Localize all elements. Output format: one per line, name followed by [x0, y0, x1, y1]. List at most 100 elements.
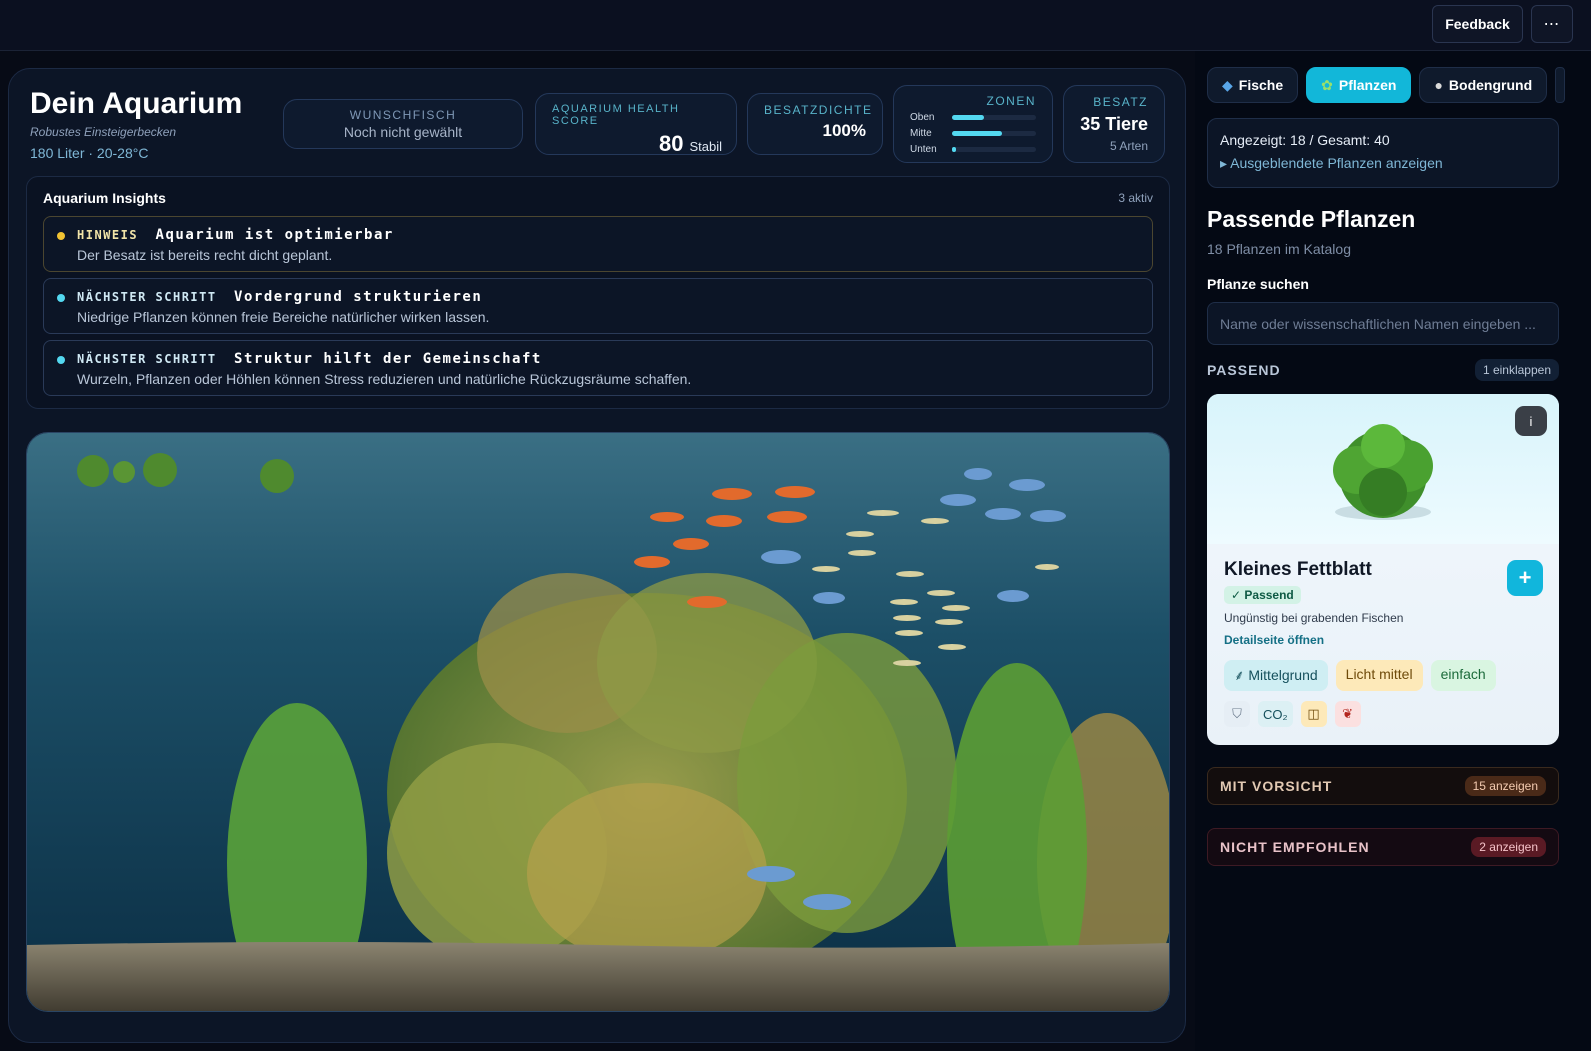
density-card: Besatzdichte 100%: [747, 93, 883, 155]
caution-count-button[interactable]: 15 anzeigen: [1464, 776, 1546, 796]
insights-panel: Aquarium Insights 3 aktiv HINWEIS Aquari…: [26, 176, 1170, 409]
not-recommended-title: NICHT EMPFOHLEN: [1220, 839, 1370, 855]
moss-ball-icon: [260, 459, 294, 493]
page-title: Dein Aquarium: [30, 87, 243, 120]
plant-icon: ✿: [1321, 76, 1333, 93]
zone-label: Mitte: [910, 127, 932, 139]
difficulty-chip: einfach: [1430, 660, 1496, 691]
book-icon: ◫: [1300, 701, 1327, 727]
feedback-button[interactable]: Feedback: [1432, 5, 1523, 43]
plant-card[interactable]: i Kleines Fettblatt ✓ Passend + Ungünsti…: [1207, 394, 1559, 745]
collapse-button[interactable]: 1 einklappen: [1474, 359, 1559, 381]
tab-label: Fische: [1238, 77, 1284, 93]
shrimp-icon: ❦: [1334, 701, 1361, 727]
zones-card: Zonen Oben Mitte Unten: [893, 85, 1053, 163]
zone-fill-top: [952, 114, 984, 120]
health-score-label: Aquarium Health Score: [552, 103, 680, 127]
search-label: Pflanze suchen: [1207, 276, 1309, 292]
insight-tag: NÄCHSTER SCHRITT Struktur hilft der Geme…: [77, 351, 542, 367]
add-plant-button[interactable]: +: [1507, 560, 1543, 596]
insights-title: Aquarium Insights: [43, 190, 166, 206]
suitability-badge: ✓ Passend: [1224, 586, 1301, 604]
wish-fish-card[interactable]: Wunschfisch Noch nicht gewählt: [283, 99, 523, 149]
rock-icon: ●: [1434, 77, 1443, 93]
plant-image-icon: [1333, 424, 1433, 520]
zones-label: Zonen: [986, 94, 1036, 108]
insight-text: Der Besatz ist bereits recht dicht gepla…: [77, 247, 333, 263]
aquarium-scene: [27, 433, 1169, 1011]
sidebar-subtitle: 18 Pflanzen im Katalog: [1207, 241, 1351, 257]
not-recommended-section[interactable]: NICHT EMPFOHLEN 2 anzeigen: [1207, 828, 1559, 866]
aquarium-subtitle: Robustes Einsteigerbecken: [30, 125, 177, 139]
zone-row-middle: Mitte: [910, 126, 1036, 140]
insight-tag: HINWEIS Aquarium ist optimierbar: [77, 227, 394, 243]
insights-count: 3 aktiv: [1118, 191, 1153, 205]
zone-track: [952, 146, 1036, 152]
moss-ball-icon: [77, 455, 109, 487]
insight-item[interactable]: NÄCHSTER SCHRITT Vordergrund strukturier…: [43, 278, 1153, 334]
plant-detail-link[interactable]: Detailseite öffnen: [1224, 633, 1324, 647]
density-value: 100%: [822, 121, 866, 140]
insight-tag: NÄCHSTER SCHRITT Vordergrund strukturier…: [77, 289, 482, 305]
insight-item[interactable]: NÄCHSTER SCHRITT Struktur hilft der Geme…: [43, 340, 1153, 396]
insight-dot: [57, 356, 65, 364]
insight-text: Wurzeln, Pflanzen oder Höhlen können Str…: [77, 371, 692, 387]
zone-fill-middle: [952, 130, 1003, 136]
catalog-count: Angezeigt: 18 / Gesamt: 40: [1220, 132, 1390, 148]
tab-fish[interactable]: ◆ Fische: [1207, 67, 1299, 103]
health-score-value: 80: [658, 131, 684, 156]
density-label: Besatzdichte: [764, 103, 873, 117]
section-header-suitable: PASSEND 1 einklappen: [1207, 359, 1559, 381]
tab-label: Bodengrund: [1448, 77, 1533, 93]
aquarium-visualization: [26, 432, 1170, 1012]
shield-icon: ⛉: [1224, 701, 1250, 727]
plant-info-button[interactable]: i: [1515, 406, 1547, 436]
fish-icon: ◆: [1222, 76, 1233, 93]
zone-label: Oben: [910, 111, 935, 123]
caution-title: MIT VORSICHT: [1220, 778, 1333, 794]
zone-chip: ⸙ Mittelgrund: [1224, 660, 1328, 691]
show-hidden-plants-toggle[interactable]: ▸ Ausgeblendete Pflanzen anzeigen: [1220, 155, 1546, 172]
insight-tag-label: NÄCHSTER SCHRITT: [77, 352, 217, 366]
plant-attribute-icons: ⛉ CO₂ ◫ ❦: [1224, 701, 1361, 727]
light-chip: Licht mittel: [1335, 660, 1423, 691]
insight-item[interactable]: HINWEIS Aquarium ist optimierbar Der Bes…: [43, 216, 1153, 272]
insight-headline: Aquarium ist optimierbar: [155, 227, 394, 243]
not-recommended-count-button[interactable]: 2 anzeigen: [1471, 837, 1546, 857]
plant-sidebar: ◆ Fische ✿ Pflanzen ● Bodengrund Angezei…: [1195, 51, 1591, 1051]
plant-search-input[interactable]: [1207, 302, 1559, 345]
stocking-label: Besatz: [1093, 95, 1148, 109]
substrate-icon: [27, 942, 1169, 1011]
plant-tags: ⸙ Mittelgrund Licht mittel einfach: [1224, 660, 1496, 691]
plant-card-image-area: [1207, 394, 1559, 544]
zone-chip-label: Mittelgrund: [1248, 667, 1318, 683]
insight-headline: Struktur hilft der Gemeinschaft: [234, 351, 542, 367]
insight-dot: [57, 294, 65, 302]
stocking-value: 35 Tiere: [1080, 114, 1148, 134]
health-score-status: Stabil: [689, 139, 722, 154]
tab-label: Pflanzen: [1338, 77, 1397, 93]
caution-section[interactable]: MIT VORSICHT 15 anzeigen: [1207, 767, 1559, 805]
zone-track: [952, 114, 1036, 120]
insight-tag-label: HINWEIS: [77, 228, 139, 242]
tab-plants[interactable]: ✿ Pflanzen: [1306, 67, 1412, 103]
plant-note: Ungünstig bei grabenden Fischen: [1224, 611, 1404, 625]
insight-tag-label: NÄCHSTER SCHRITT: [77, 290, 217, 304]
moss-ball-icon: [113, 461, 135, 483]
zone-row-top: Oben: [910, 110, 1036, 124]
tab-substrate[interactable]: ● Bodengrund: [1419, 67, 1548, 103]
catalog-tabs: ◆ Fische ✿ Pflanzen ● Bodengrund: [1207, 67, 1566, 103]
tab-overflow[interactable]: [1555, 67, 1566, 103]
stocking-card: Besatz 35 Tiere 5 Arten: [1063, 85, 1165, 163]
catalog-count-box: Angezeigt: 18 / Gesamt: 40 ▸ Ausgeblende…: [1207, 118, 1559, 188]
top-bar: Feedback ⋯: [0, 0, 1591, 51]
co2-icon: CO₂: [1258, 701, 1293, 727]
health-score-card: Aquarium Health Score 80 Stabil: [535, 93, 737, 156]
insight-dot: [57, 232, 65, 240]
more-menu-button[interactable]: ⋯: [1531, 5, 1573, 43]
wish-fish-value: Noch nicht gewählt: [343, 124, 463, 140]
sidebar-title: Passende Pflanzen: [1207, 206, 1416, 232]
section-title-suitable: PASSEND: [1207, 362, 1281, 378]
plant-name: Kleines Fettblatt: [1224, 559, 1372, 580]
zone-row-bottom: Unten: [910, 142, 1036, 156]
